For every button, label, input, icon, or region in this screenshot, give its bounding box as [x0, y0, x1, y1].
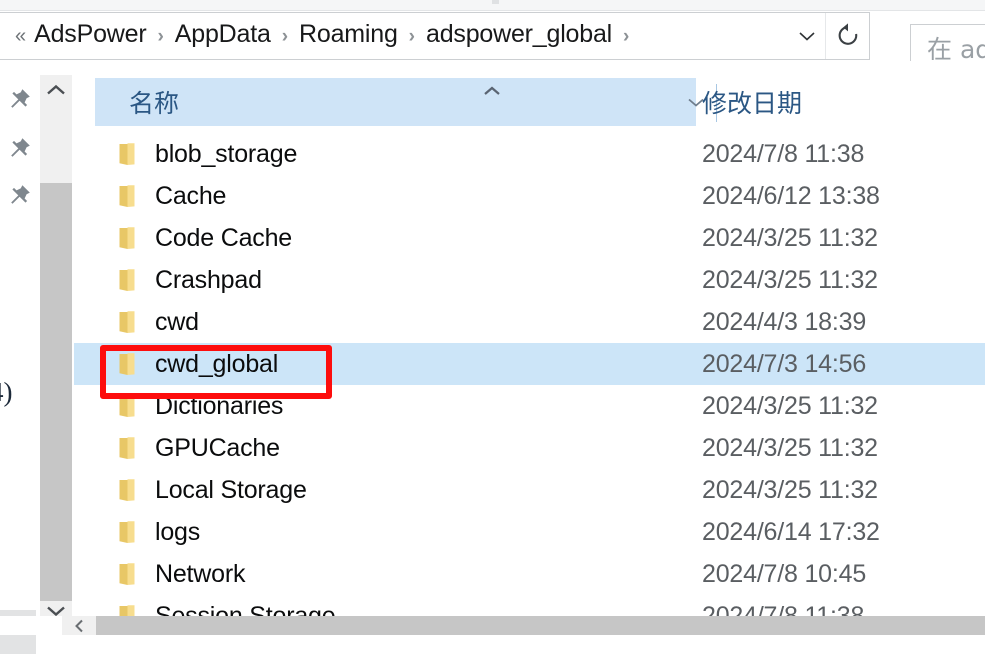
- breadcrumb-item-0[interactable]: AdsPower: [32, 18, 148, 54]
- table-row[interactable]: cwd_global 2024/7/3 14:56: [74, 343, 985, 385]
- column-header-name-label: 名称: [129, 89, 180, 118]
- folder-icon: [119, 184, 135, 207]
- table-row[interactable]: logs 2024/6/14 17:32: [74, 511, 985, 553]
- folder-icon: [119, 436, 135, 459]
- column-header-name[interactable]: 名称: [95, 78, 717, 126]
- column-header-date-modified-label: 修改日期: [702, 89, 803, 118]
- table-row[interactable]: Local Storage 2024/3/25 11:32: [74, 469, 985, 511]
- folder-icon: [119, 478, 135, 501]
- folder-icon: [119, 562, 135, 585]
- double-chevron-left-icon[interactable]: «: [0, 26, 32, 46]
- clipped-left-text: 4): [0, 377, 13, 407]
- address-history-dropdown[interactable]: [789, 13, 825, 59]
- date-modified-cell: 2024/3/25 11:32: [702, 433, 878, 462]
- file-name-cell: logs: [155, 517, 201, 546]
- file-name-cell: blob_storage: [155, 139, 298, 168]
- breadcrumb-separator-icon[interactable]: ›: [614, 27, 638, 46]
- file-explorer-window: « AdsPower › AppData › Roaming › adspowe…: [0, 0, 985, 654]
- table-row[interactable]: blob_storage 2024/7/8 11:38: [74, 133, 985, 175]
- table-row[interactable]: Crashpad 2024/3/25 11:32: [74, 259, 985, 301]
- address-bar-row: « AdsPower › AppData › Roaming › adspowe…: [0, 12, 985, 72]
- file-name-cell: Code Cache: [155, 223, 292, 252]
- left-rail: 4): [0, 61, 38, 654]
- breadcrumb-separator-icon[interactable]: ›: [273, 27, 297, 46]
- breadcrumb-item-1[interactable]: AppData: [173, 18, 273, 54]
- date-modified-cell: 2024/3/25 11:32: [702, 475, 878, 504]
- file-name-cell: Network: [155, 559, 246, 588]
- date-modified-cell: 2024/3/25 11:32: [702, 265, 878, 294]
- date-modified-cell: 2024/6/14 17:32: [702, 517, 880, 546]
- folder-icon: [119, 520, 135, 543]
- pin-icon[interactable]: [6, 87, 32, 113]
- breadcrumb-item-3[interactable]: adspower_global: [424, 18, 614, 54]
- table-row[interactable]: GPUCache 2024/3/25 11:32: [74, 427, 985, 469]
- folder-icon: [119, 142, 135, 165]
- folder-icon: [119, 226, 135, 249]
- date-modified-cell: 2024/3/25 11:32: [702, 223, 878, 252]
- horizontal-scrollbar[interactable]: [62, 616, 985, 635]
- breadcrumb-separator-icon[interactable]: ›: [400, 27, 424, 46]
- scroll-up-button[interactable]: [40, 75, 72, 105]
- file-name-cell: Crashpad: [155, 265, 262, 294]
- horizontal-scrollbar-thumb[interactable]: [96, 616, 985, 635]
- date-modified-cell: 2024/6/12 13:38: [702, 181, 880, 210]
- folder-icon: [119, 394, 135, 417]
- date-modified-cell: 2024/3/25 11:32: [702, 391, 878, 420]
- pin-icon[interactable]: [6, 183, 32, 209]
- table-row[interactable]: Cache 2024/6/12 13:38: [74, 175, 985, 217]
- breadcrumb-separator-icon[interactable]: ›: [148, 27, 172, 46]
- refresh-icon: [838, 23, 857, 45]
- column-header-date-modified[interactable]: 修改日期: [702, 78, 802, 126]
- address-bar[interactable]: « AdsPower › AppData › Roaming › adspowe…: [0, 12, 870, 60]
- vertical-scrollbar[interactable]: [40, 75, 72, 627]
- top-strip-nub: [492, 0, 499, 4]
- file-list-rows: blob_storage 2024/7/8 11:38 Cache 2024/6/12…: [74, 133, 985, 635]
- folder-icon: [119, 352, 135, 375]
- vertical-scrollbar-thumb[interactable]: [40, 183, 72, 601]
- scroll-left-button[interactable]: [62, 616, 96, 635]
- chevron-up-icon: [484, 86, 500, 95]
- date-modified-cell: 2024/7/3 14:56: [702, 349, 867, 378]
- chevron-up-icon: [47, 84, 65, 95]
- window-top-strip: [0, 0, 985, 11]
- refresh-button[interactable]: [825, 13, 869, 59]
- file-name-cell: Cache: [155, 181, 227, 210]
- file-name-cell: Local Storage: [155, 475, 307, 504]
- file-name-cell: cwd_global: [155, 349, 279, 378]
- date-modified-cell: 2024/7/8 11:38: [702, 139, 865, 168]
- file-name-cell: Dictionaries: [155, 391, 284, 420]
- file-name-cell: cwd: [155, 307, 199, 336]
- table-row[interactable]: Code Cache 2024/3/25 11:32: [74, 217, 985, 259]
- file-list-header: 名称 修改日期: [74, 78, 985, 126]
- table-row[interactable]: Network 2024/7/8 10:45: [74, 553, 985, 595]
- chevron-left-icon: [74, 619, 83, 632]
- pin-icon[interactable]: [6, 136, 32, 162]
- date-modified-cell: 2024/4/3 18:39: [702, 307, 867, 336]
- scrollbar-corner: [0, 616, 62, 635]
- file-name-cell: GPUCache: [155, 433, 280, 462]
- breadcrumb-item-2[interactable]: Roaming: [297, 18, 400, 54]
- date-modified-cell: 2024/7/8 10:45: [702, 559, 867, 588]
- file-list-pane: 名称 修改日期 blob_storage 2024/7/8 11:38 Cache 2…: [74, 61, 985, 635]
- table-row[interactable]: cwd 2024/4/3 18:39: [74, 301, 985, 343]
- folder-icon: [119, 268, 135, 291]
- folder-icon: [119, 310, 135, 333]
- chevron-down-icon: [799, 32, 815, 41]
- table-row[interactable]: Dictionaries 2024/3/25 11:32: [74, 385, 985, 427]
